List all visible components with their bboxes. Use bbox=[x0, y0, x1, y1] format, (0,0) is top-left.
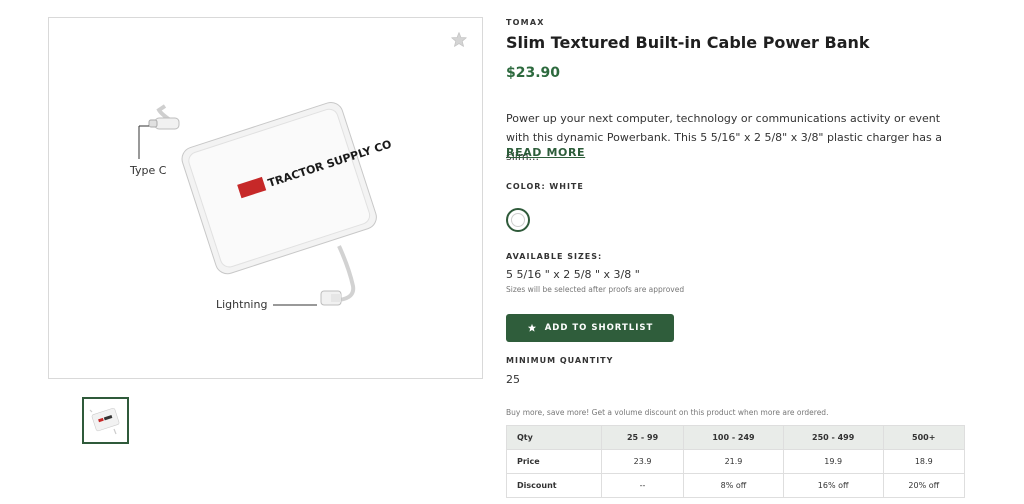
size-value: 5 5/16 " x 2 5/8 " x 3/8 " bbox=[506, 268, 640, 281]
pricing-row-label: Discount bbox=[506, 473, 602, 498]
brand-name: TOMAX bbox=[506, 18, 545, 27]
minimum-quantity-label: MINIMUM QUANTITY bbox=[506, 356, 614, 365]
pricing-row-label: Price bbox=[506, 449, 602, 474]
size-note: Sizes will be selected after proofs are … bbox=[506, 285, 685, 294]
pricing-header-tier: 500+ bbox=[882, 425, 966, 450]
available-sizes-label: AVAILABLE SIZES: bbox=[506, 252, 603, 261]
pricing-cell: 16% off bbox=[782, 473, 884, 498]
pricing-cell: 18.9 bbox=[882, 449, 966, 474]
pricing-table: Qty 25 - 99 100 - 249 250 - 499 500+ Pri… bbox=[506, 425, 966, 498]
pricing-row-discount: Discount -- 8% off 16% off 20% off bbox=[506, 473, 966, 498]
product-thumbnail[interactable] bbox=[82, 397, 129, 444]
thumbnail-image bbox=[89, 408, 120, 435]
pricing-cell: 19.9 bbox=[782, 449, 884, 474]
pricing-header-qty: Qty bbox=[506, 425, 602, 450]
callout-type-c: Type C bbox=[130, 164, 167, 177]
product-title: Slim Textured Built-in Cable Power Bank bbox=[506, 33, 870, 52]
pricing-header-tier: 250 - 499 bbox=[782, 425, 884, 450]
pricing-cell: -- bbox=[600, 473, 685, 498]
star-icon bbox=[527, 323, 536, 332]
callout-lightning: Lightning bbox=[216, 298, 268, 311]
pricing-cell: 23.9 bbox=[600, 449, 685, 474]
add-to-shortlist-label: ADD TO SHORTLIST bbox=[544, 323, 654, 333]
pricing-cell: 20% off bbox=[882, 473, 966, 498]
color-label: COLOR: WHITE bbox=[506, 182, 584, 191]
pricing-cell: 21.9 bbox=[683, 449, 784, 474]
product-image: TRACTOR SUPPLY CO bbox=[138, 101, 393, 306]
minimum-quantity-value: 25 bbox=[506, 373, 520, 386]
star-icon[interactable] bbox=[450, 31, 468, 49]
pricing-header-row: Qty 25 - 99 100 - 249 250 - 499 500+ bbox=[506, 425, 966, 450]
pricing-cell: 8% off bbox=[683, 473, 784, 498]
pricing-header-tier: 100 - 249 bbox=[683, 425, 784, 450]
add-to-shortlist-button[interactable]: ADD TO SHORTLIST bbox=[506, 314, 674, 342]
color-swatch-white[interactable] bbox=[506, 208, 530, 232]
read-more-link[interactable]: READ MORE bbox=[506, 146, 585, 159]
product-price: $23.90 bbox=[506, 65, 561, 81]
pricing-row-price: Price 23.9 21.9 19.9 18.9 bbox=[506, 449, 966, 474]
pricing-header-tier: 25 - 99 bbox=[600, 425, 685, 450]
volume-discount-note: Buy more, save more! Get a volume discou… bbox=[506, 408, 829, 417]
product-image-frame: TRACTOR SUPPLY CO Type C Lightning bbox=[48, 17, 483, 379]
